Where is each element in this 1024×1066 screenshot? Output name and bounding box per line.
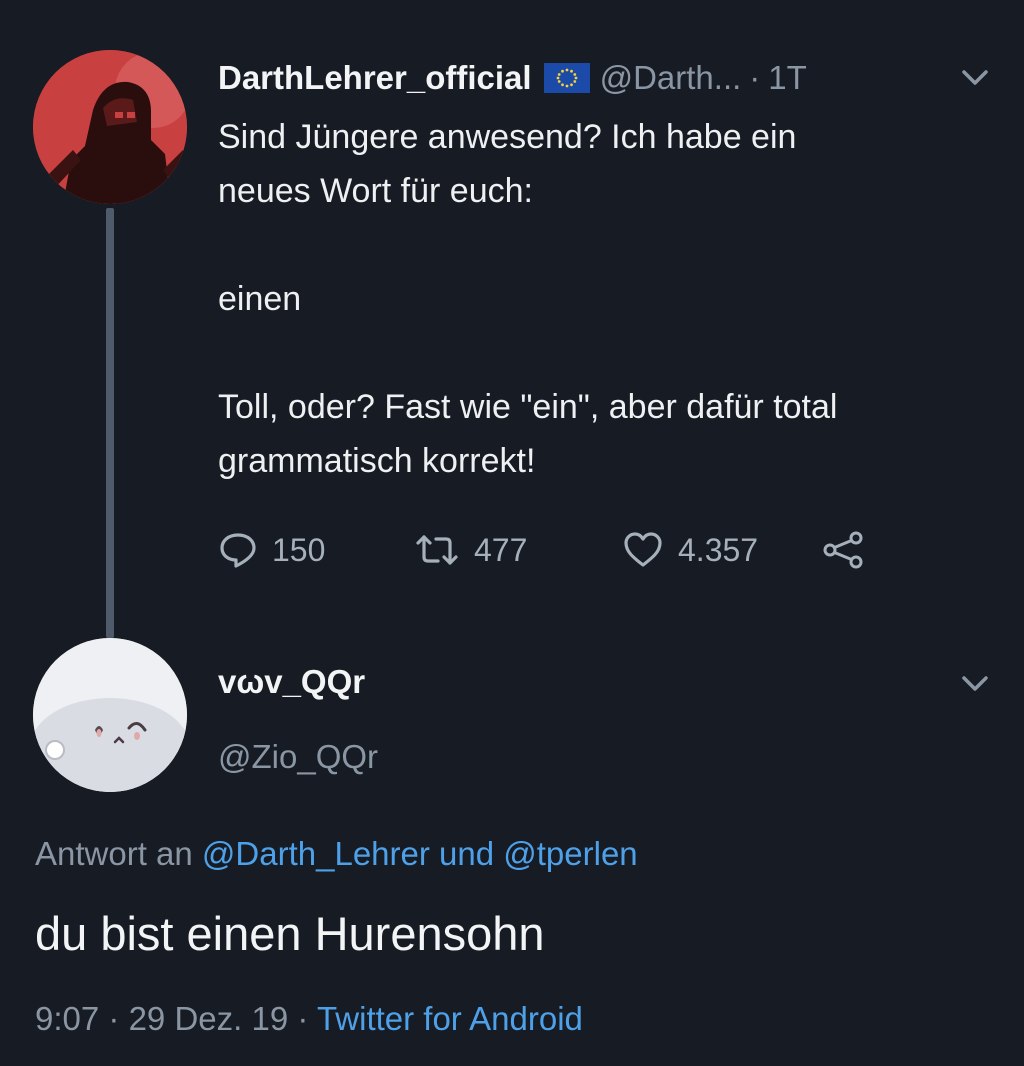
share-action[interactable] xyxy=(822,528,880,572)
client-link[interactable]: Twitter for Android xyxy=(317,1000,583,1037)
reply-text: du bist einen Hurensohn xyxy=(35,907,545,960)
handle[interactable]: @Zio_QQr xyxy=(218,738,378,776)
separator: · xyxy=(749,59,761,96)
like-count: 4.357 xyxy=(678,531,759,568)
timestamp[interactable]: 1T xyxy=(768,59,807,97)
meta-separator: · xyxy=(108,1000,120,1037)
replying-prefix: Antwort an xyxy=(35,835,193,872)
replying-mentions[interactable]: @Darth_Lehrer und @tperlen xyxy=(202,835,638,872)
handle[interactable]: @Darth... xyxy=(600,59,742,97)
replying-to: Antwort an @Darth_Lehrer und @tperlen xyxy=(35,835,638,873)
avatar[interactable] xyxy=(33,638,187,792)
heart-icon xyxy=(624,532,662,567)
reply-action[interactable]: 150 xyxy=(218,528,325,572)
reply-date[interactable]: 29 Dez. 19 xyxy=(129,1000,289,1037)
eu-flag-icon xyxy=(543,63,590,93)
display-name[interactable]: DarthLehrer_official xyxy=(218,59,532,97)
chevron-down-icon[interactable] xyxy=(958,62,992,92)
reply-time[interactable]: 9:07 xyxy=(35,1000,99,1037)
tweet-text: Sind Jüngere anwesend? Ich habe ein neue… xyxy=(218,118,838,480)
retweet-action[interactable]: 477 xyxy=(414,528,527,572)
reply-count: 150 xyxy=(272,531,326,568)
thread-line xyxy=(106,208,114,638)
meta-separator: · xyxy=(297,1000,309,1037)
like-action[interactable]: 4.357 xyxy=(622,528,758,572)
share-icon xyxy=(823,531,863,569)
reply-icon xyxy=(220,533,256,568)
tweet-header: DarthLehrer_official @Darth... · 1T xyxy=(218,56,807,100)
retweet-count: 477 xyxy=(474,531,528,568)
tweet-meta: 9:07 · 29 Dez. 19 · Twitter for Android xyxy=(35,1000,583,1038)
display-name[interactable]: vωv_QQr xyxy=(218,663,365,701)
avatar[interactable] xyxy=(33,50,187,204)
chevron-down-icon[interactable] xyxy=(958,668,992,698)
retweet-icon xyxy=(416,535,458,565)
